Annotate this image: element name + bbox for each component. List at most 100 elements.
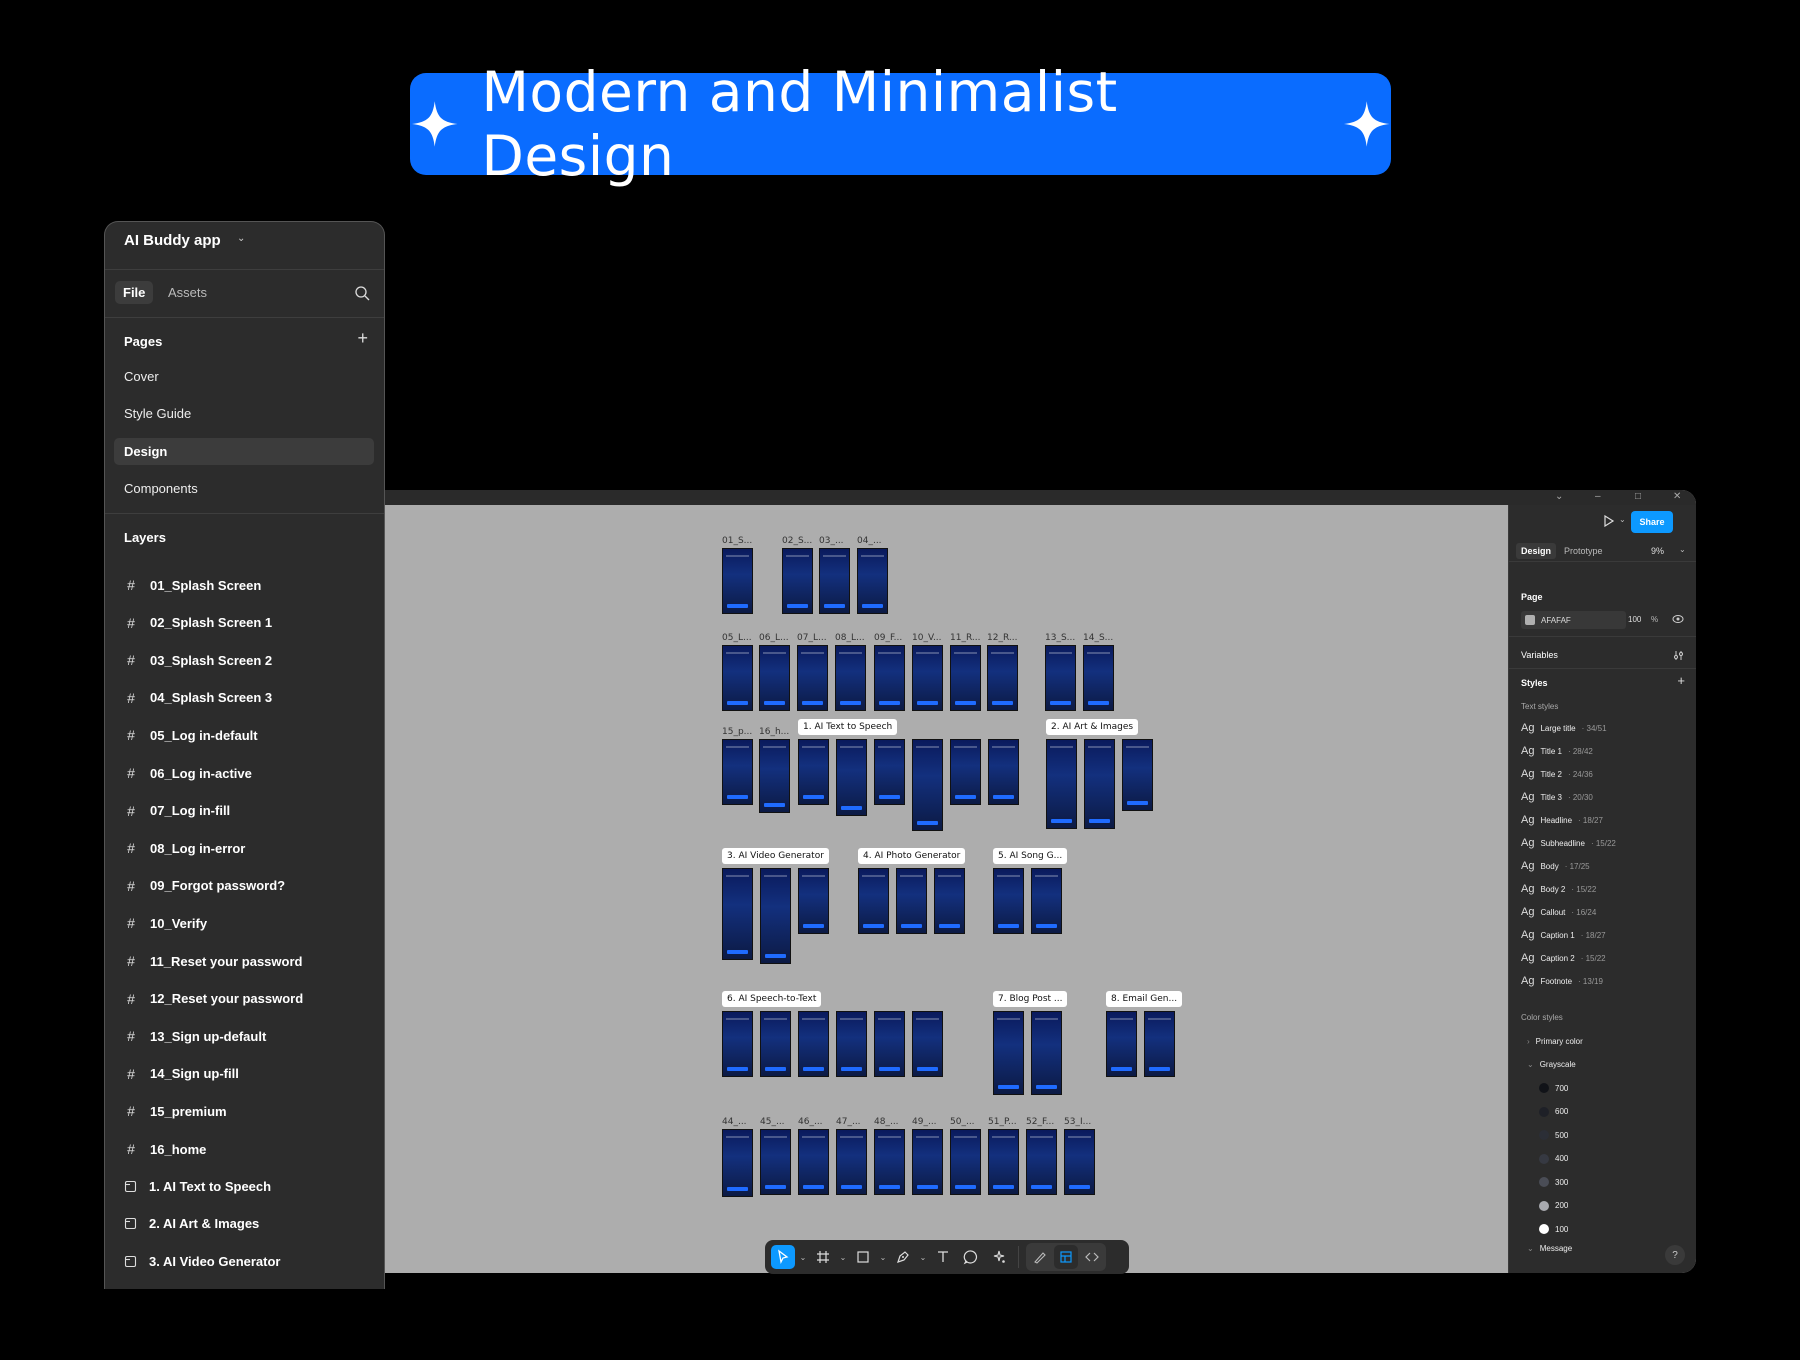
frame-label[interactable]: 15_p... [722,727,752,737]
color-swatch[interactable] [1525,615,1535,625]
help-button[interactable]: ? [1665,1245,1685,1265]
tab-design[interactable]: Design [1516,543,1557,559]
text-tool-icon[interactable] [931,1245,955,1269]
frame-thumbnail[interactable] [874,1011,905,1077]
frame-label[interactable]: 02_S... [782,536,812,546]
frame-thumbnail[interactable] [1122,739,1153,811]
frame-thumbnail[interactable] [760,1129,791,1195]
frame-label[interactable]: 51_P... [988,1117,1017,1127]
chevron-down-icon[interactable]: ⌄ [879,1253,887,1262]
frame-thumbnail[interactable] [798,739,829,805]
text-style-item[interactable]: Ag Body · 17/25 [1521,860,1590,872]
frame-thumbnail[interactable] [993,1011,1024,1095]
frame-thumbnail[interactable] [836,1011,867,1077]
chevron-down-icon[interactable]: ⌄ [1679,545,1686,554]
frame-label[interactable]: 01_S... [722,536,752,546]
layer-item[interactable]: #13_Sign up-default [124,1028,266,1044]
text-style-item[interactable]: Ag Large title · 34/51 [1521,722,1607,734]
pen-tool-icon[interactable] [891,1245,915,1269]
frame-label[interactable]: 48_... [874,1117,899,1127]
layer-item[interactable]: 3. AI Video Generator [124,1254,281,1269]
text-style-item[interactable]: Ag Headline · 18/27 [1521,814,1603,826]
frame-thumbnail[interactable] [912,739,943,831]
frame-thumbnail[interactable] [858,868,889,934]
section-label[interactable]: 6. AI Speech-to-Text [722,991,822,1007]
frame-label[interactable]: 07_L... [797,633,827,643]
frame-thumbnail[interactable] [836,1129,867,1195]
frame-thumbnail[interactable] [1064,1129,1095,1195]
frame-thumbnail[interactable] [836,739,867,816]
section-label[interactable]: 1. AI Text to Speech [798,719,898,735]
frame-thumbnail[interactable] [722,548,753,614]
text-style-item[interactable]: Ag Title 1 · 28/42 [1521,745,1593,757]
color-style-item[interactable]: 100 [1539,1224,1568,1234]
color-group-grayscale[interactable]: ⌄ Grayscale [1527,1060,1576,1069]
page-item-design[interactable]: Design [114,438,374,465]
frame-thumbnail[interactable] [759,739,790,813]
chevron-down-icon[interactable]: ⌄ [919,1253,927,1262]
chevron-down-icon[interactable]: ⌄ [799,1253,807,1262]
page-item-style-guide[interactable]: Style Guide [114,400,374,427]
frame-thumbnail[interactable] [760,1011,791,1077]
frame-thumbnail[interactable] [912,1011,943,1077]
frame-thumbnail[interactable] [857,548,888,614]
design-canvas[interactable]: 01_S... 02_S... 03_... 04_... 05_L... 06… [385,505,1508,1273]
frame-label[interactable]: 04_... [857,536,882,546]
page-item-components[interactable]: Components [114,475,374,502]
frame-thumbnail[interactable] [896,868,927,934]
frame-thumbnail[interactable] [797,645,828,711]
frame-thumbnail[interactable] [760,868,791,964]
page-fill-opacity[interactable]: 100 [1628,615,1641,624]
text-style-item[interactable]: Ag Caption 1 · 18/27 [1521,929,1606,941]
text-style-item[interactable]: Ag Title 2 · 24/36 [1521,768,1593,780]
dev-mode-icon[interactable] [1080,1245,1104,1269]
frame-thumbnail[interactable] [782,548,813,614]
section-label[interactable]: 8. Email Gen... [1106,991,1183,1007]
frame-thumbnail[interactable] [993,868,1024,934]
file-name[interactable]: AI Buddy app [124,232,221,249]
frame-thumbnail[interactable] [759,645,790,711]
layer-item[interactable]: #08_Log in-error [124,840,245,856]
tab-assets[interactable]: Assets [160,281,215,304]
frame-thumbnail[interactable] [987,645,1018,711]
section-label[interactable]: 4. AI Photo Generator [858,848,966,864]
frame-thumbnail[interactable] [988,1129,1019,1195]
layer-item[interactable]: #07_Log in-fill [124,803,230,819]
frame-label[interactable]: 14_S... [1083,633,1113,643]
layer-item[interactable]: #01_Splash Screen [124,577,261,593]
add-page-icon[interactable]: + [357,328,368,349]
frame-label[interactable]: 06_L... [759,633,789,643]
frame-thumbnail[interactable] [912,1129,943,1195]
frame-label[interactable]: 11_R... [950,633,980,643]
frame-label[interactable]: 09_F... [874,633,902,643]
frame-thumbnail[interactable] [798,1129,829,1195]
frame-label[interactable]: 03_... [819,536,844,546]
text-style-item[interactable]: Ag Body 2 · 15/22 [1521,883,1596,895]
frame-thumbnail[interactable] [934,868,965,934]
frame-label[interactable]: 13_S... [1045,633,1075,643]
color-style-item[interactable]: 500 [1539,1130,1568,1140]
layer-item[interactable]: #02_Splash Screen 1 [124,615,272,631]
frame-thumbnail[interactable] [835,645,866,711]
layer-item[interactable]: #10_Verify [124,915,207,931]
color-group-message[interactable]: ⌄ Message [1527,1244,1572,1253]
tab-prototype[interactable]: Prototype [1559,543,1608,559]
frame-thumbnail[interactable] [1106,1011,1137,1077]
section-label[interactable]: 3. AI Video Generator [722,848,829,864]
layer-item[interactable]: #15_premium [124,1103,227,1119]
frame-thumbnail[interactable] [1026,1129,1057,1195]
frame-thumbnail[interactable] [722,739,753,805]
section-label[interactable]: 5. AI Song G... [993,848,1068,864]
text-style-item[interactable]: Ag Callout · 16/24 [1521,906,1596,918]
color-style-item[interactable]: 200 [1539,1200,1568,1211]
text-style-item[interactable]: Ag Subheadline · 15/22 [1521,837,1616,849]
frame-label[interactable]: 47_... [836,1117,861,1127]
play-icon[interactable] [1603,515,1615,527]
text-style-item[interactable]: Ag Caption 2 · 15/22 [1521,952,1606,964]
frame-label[interactable]: 50_... [950,1117,975,1127]
frame-tool-icon[interactable] [811,1245,835,1269]
page-fill-field[interactable]: AFAFAF [1521,611,1626,629]
frame-label[interactable]: 46_... [798,1117,823,1127]
frame-thumbnail[interactable] [1084,739,1115,829]
section-label[interactable]: 2. AI Art & Images [1046,719,1139,735]
